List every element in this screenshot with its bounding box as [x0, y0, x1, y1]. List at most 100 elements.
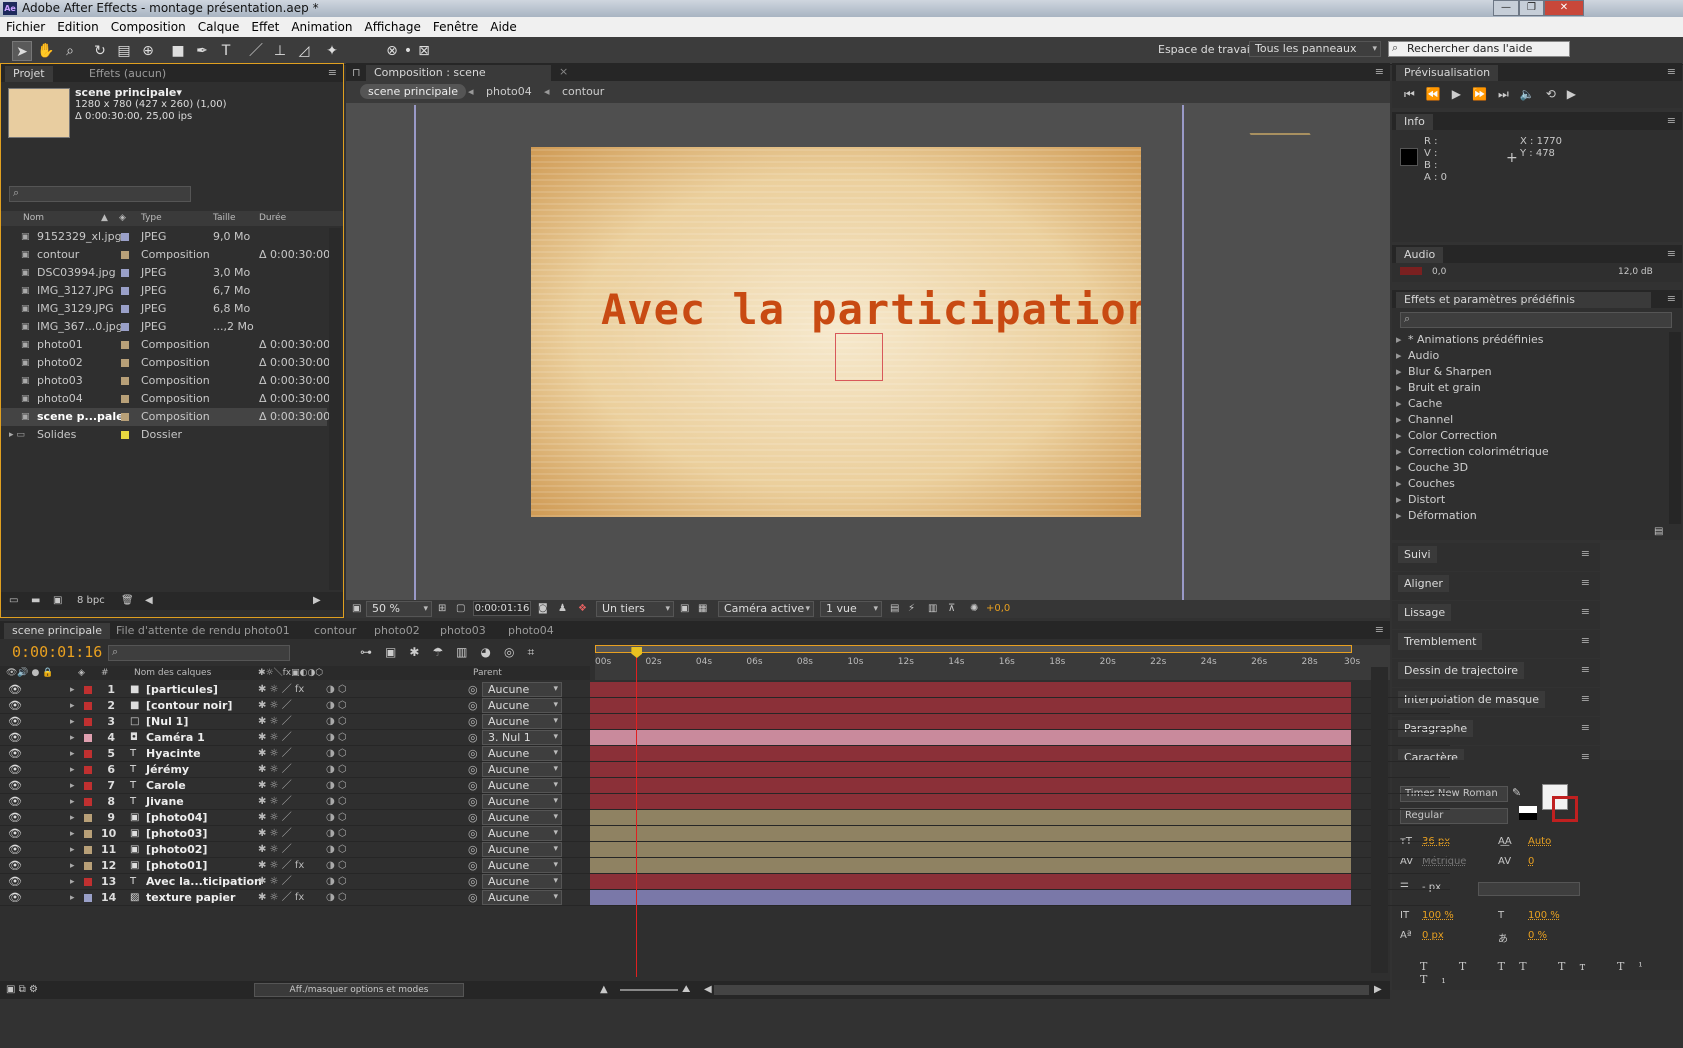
- effect-category[interactable]: Cache: [1392, 396, 1668, 412]
- layer-label-swatch[interactable]: [84, 878, 92, 886]
- layer-name[interactable]: Hyacinte: [146, 746, 201, 762]
- layer-name[interactable]: [photo03]: [146, 826, 207, 842]
- expand-layer-icon[interactable]: ▸: [70, 842, 75, 858]
- layer-row[interactable]: 👁 ▸ 9 ▣ [photo04] ✱ ☼ ／ ◑ ⬡ ◎ Aucune: [0, 810, 1450, 826]
- timeline-vertical-scrollbar[interactable]: [1371, 667, 1388, 973]
- work-area-bar[interactable]: [595, 645, 1352, 653]
- layer-search-input[interactable]: [108, 645, 290, 661]
- interpret-footage-icon[interactable]: ▭: [9, 592, 18, 610]
- layer-name[interactable]: [photo01]: [146, 858, 207, 874]
- stacked-panel-tab[interactable]: Aligner: [1398, 575, 1449, 592]
- layer-switches-icon[interactable]: ✱ ☼ ／: [258, 842, 292, 858]
- layer-3d-switch-icon[interactable]: ◑ ⬡: [326, 794, 347, 810]
- label-swatch[interactable]: [121, 359, 129, 367]
- layer-switches-icon[interactable]: ✱ ☼ ／: [258, 714, 292, 730]
- layer-label-swatch[interactable]: [84, 782, 92, 790]
- layer-label-swatch[interactable]: [84, 766, 92, 774]
- project-item[interactable]: ▣ photo03 Composition Δ 0:00:30:00: [1, 372, 330, 390]
- panel-menu-icon[interactable]: ≡: [1581, 634, 1590, 647]
- project-search-input[interactable]: [9, 186, 191, 202]
- layer-duration-bar[interactable]: [590, 842, 1351, 857]
- layer-row[interactable]: 👁 ▸ 8 T Jivane ✱ ☼ ／ ◑ ⬡ ◎ Aucune: [0, 794, 1450, 810]
- tab-audio[interactable]: Audio: [1396, 247, 1444, 263]
- horizontal-scale-value[interactable]: 100 %: [1528, 910, 1560, 921]
- tab-projet[interactable]: Projet: [5, 66, 53, 82]
- col-duration[interactable]: Durée: [259, 211, 286, 226]
- layer-switches-icon[interactable]: ✱ ☼ ／: [258, 810, 292, 826]
- eye-icon[interactable]: 👁: [8, 794, 22, 810]
- project-item[interactable]: ▣ DSC03994.jpg JPEG 3,0 Mo: [1, 264, 327, 282]
- pan-behind-tool-icon[interactable]: ⊕: [138, 41, 158, 61]
- clone-stamp-tool-icon[interactable]: ⊥: [270, 41, 290, 61]
- effect-category[interactable]: Distort: [1392, 492, 1668, 508]
- channels-icon[interactable]: ❖: [578, 601, 587, 617]
- layer-label-swatch[interactable]: [84, 798, 92, 806]
- menu-aide[interactable]: Aide: [484, 17, 523, 37]
- timeline-menu-icon[interactable]: ≡: [1375, 623, 1384, 636]
- layer-duration-bar[interactable]: [590, 682, 1351, 697]
- transparency-grid-icon[interactable]: ▦: [698, 601, 707, 617]
- menu-animation[interactable]: Animation: [285, 17, 358, 37]
- layer-name[interactable]: texture papier: [146, 890, 235, 906]
- hand-tool-icon[interactable]: ✋: [36, 41, 56, 61]
- baseline-shift-value[interactable]: 0 px: [1422, 930, 1444, 941]
- region-of-interest-icon[interactable]: ▣: [680, 601, 689, 617]
- graph-editor-icon[interactable]: ⌗: [527, 645, 547, 659]
- zoom-out-icon[interactable]: ▲: [600, 981, 608, 999]
- timeline-tab[interactable]: photo03: [432, 623, 494, 639]
- audio-toggle-icon[interactable]: 🔈: [1520, 87, 1546, 101]
- parent-select[interactable]: Aucune: [482, 890, 562, 905]
- layer-switches-icon[interactable]: ✱ ☼ ／: [258, 778, 292, 794]
- brush-tool-icon[interactable]: ／: [246, 41, 266, 61]
- layer-row[interactable]: 👁 ▸ 12 ▣ [photo01] ✱ ☼ ／ fx ◑ ⬡ ◎ Aucune: [0, 858, 1450, 874]
- panel-menu-icon[interactable]: ≡: [1581, 605, 1590, 618]
- first-frame-icon[interactable]: ⏮: [1404, 87, 1426, 101]
- layer-duration-bar[interactable]: [590, 858, 1351, 873]
- zoom-tool-icon[interactable]: ⌕: [60, 41, 80, 61]
- effect-category[interactable]: * Animations prédéfinies: [1392, 332, 1668, 348]
- leading-value[interactable]: Auto: [1528, 836, 1551, 847]
- scroll-left-icon[interactable]: ◀: [704, 981, 712, 999]
- expand-layer-icon[interactable]: ▸: [70, 858, 75, 874]
- timeline-tab[interactable]: contour: [306, 623, 364, 639]
- layer-duration-bar[interactable]: [590, 698, 1351, 713]
- timeline-tab[interactable]: photo02: [366, 623, 428, 639]
- menu-fichier[interactable]: Fichier: [0, 17, 51, 37]
- footer-toggle-icon[interactable]: ▣ ⧉ ⚙: [6, 981, 38, 999]
- brainstorm-icon[interactable]: ◎: [504, 645, 527, 659]
- layer-switches-icon[interactable]: ✱ ☼ ／ fx: [258, 858, 304, 874]
- pickwhip-icon[interactable]: ◎: [468, 746, 478, 762]
- text-style-buttons[interactable]: T T TT Tт T¹ T₁: [1420, 960, 1680, 986]
- exposure-icon[interactable]: ✺: [970, 601, 978, 617]
- black-white-swatch[interactable]: [1519, 806, 1537, 820]
- layer-name[interactable]: Jivane: [146, 794, 184, 810]
- layer-row[interactable]: 👁 ▸ 4 ◘ Caméra 1 ✱ ☼ ／ ◑ ⬡ ◎ 3. Nul 1: [0, 730, 1450, 746]
- playhead[interactable]: [631, 647, 643, 977]
- stacked-panel-tab[interactable]: Dessin de trajectoire: [1398, 662, 1525, 679]
- pen-tool-icon[interactable]: ✒: [192, 41, 212, 61]
- parent-select[interactable]: Aucune: [482, 794, 562, 809]
- info-menu-icon[interactable]: ≡: [1667, 114, 1676, 127]
- workspace-select[interactable]: Tous les panneaux: [1249, 41, 1381, 57]
- breadcrumb-contour[interactable]: contour: [562, 85, 604, 98]
- panel-menu-icon[interactable]: ≡: [1581, 721, 1590, 734]
- layer-switches-icon[interactable]: ✱ ☼ ／ fx: [258, 682, 304, 698]
- project-scrollbar[interactable]: [329, 228, 341, 590]
- effects-scrollbar[interactable]: [1669, 332, 1681, 524]
- timeline-tab[interactable]: File d'attente de rendu: [108, 623, 249, 639]
- pickwhip-icon[interactable]: ◎: [468, 714, 478, 730]
- eye-icon[interactable]: 👁: [8, 778, 22, 794]
- panel-menu-icon[interactable]: ≡: [1581, 663, 1590, 676]
- pickwhip-icon[interactable]: ◎: [468, 810, 478, 826]
- effect-category[interactable]: Audio: [1392, 348, 1668, 364]
- layer-duration-bar[interactable]: [590, 762, 1351, 777]
- eye-icon[interactable]: 👁: [8, 714, 22, 730]
- layer-row[interactable]: 👁 ▸ 1 ■ [particules] ✱ ☼ ／ fx ◑ ⬡ ◎ Aucune: [0, 682, 1450, 698]
- project-item[interactable]: ▣ 9152329_xl.jpg JPEG 9,0 Mo: [1, 228, 327, 246]
- layer-switches-icon[interactable]: ✱ ☼ ／: [258, 826, 292, 842]
- layer-label-swatch[interactable]: [84, 750, 92, 758]
- view-axis-icon[interactable]: ⊠: [414, 41, 434, 61]
- layer-row[interactable]: 👁 ▸ 11 ▣ [photo02] ✱ ☼ ／ ◑ ⬡ ◎ Aucune: [0, 842, 1450, 858]
- layer-duration-bar[interactable]: [590, 730, 1351, 745]
- layer-name-header[interactable]: Nom des calques: [134, 666, 211, 680]
